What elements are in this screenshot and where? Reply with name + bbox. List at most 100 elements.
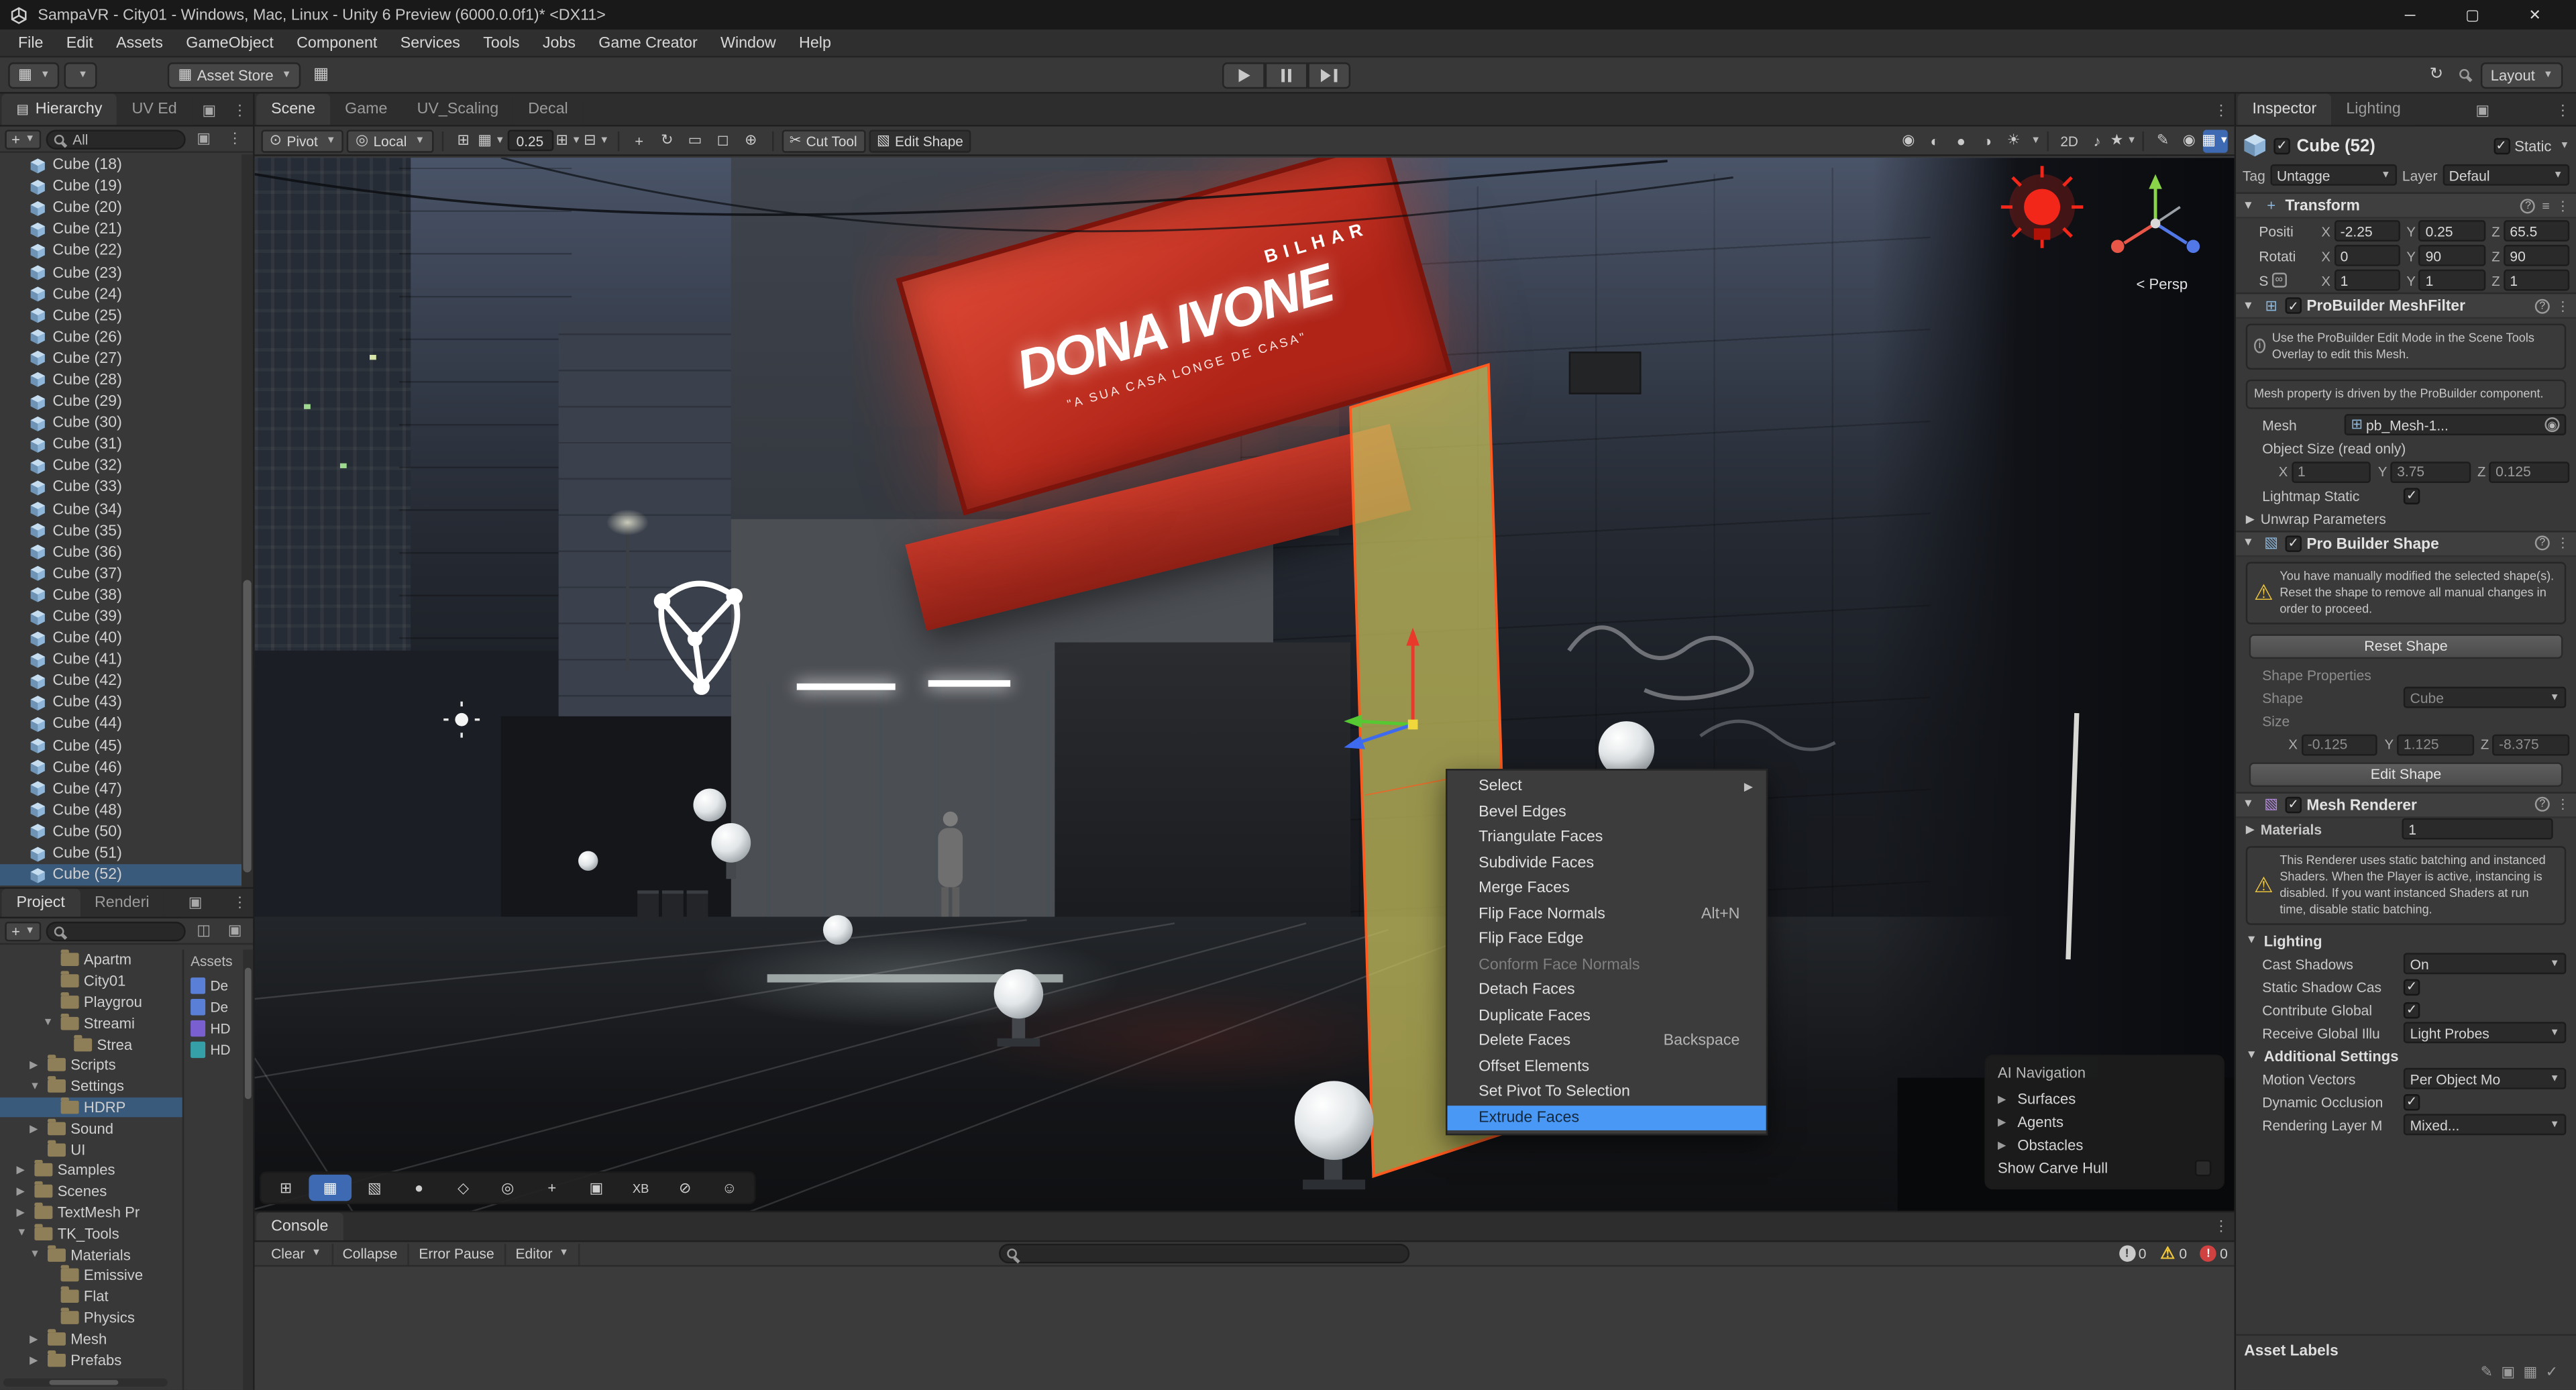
project-folder[interactable]: UI [0, 1139, 182, 1160]
object-picker-icon[interactable]: ◉ [2544, 418, 2560, 433]
layer-dropdown[interactable]: Defaul ▼ [2442, 164, 2570, 186]
foldout-arrow[interactable]: ▶ [30, 1332, 43, 1345]
hierarchy-item[interactable]: Cube (45) [0, 735, 241, 757]
help-icon[interactable]: ? [2534, 536, 2550, 551]
mesh-object-field[interactable]: ⊞ pb_Mesh-1... ◉ [2344, 415, 2567, 437]
help-icon[interactable]: ? [2520, 198, 2536, 213]
edit-shape-button[interactable]: Edit Shape [2249, 762, 2563, 787]
hidden-packages-icon[interactable]: ◫ [191, 920, 217, 941]
context-menu-item[interactable]: Flip Face Normals Alt+N [1448, 901, 1766, 926]
layers-icon[interactable]: ▣ [2469, 95, 2496, 125]
hierarchy-item[interactable]: Cube (44) [0, 714, 241, 735]
kebab-icon[interactable]: ⋮ [222, 128, 248, 150]
tab-uv-editor[interactable]: UV Ed [117, 93, 192, 125]
rotation-y-field[interactable]: 90 [2418, 244, 2485, 266]
hierarchy-item[interactable]: Cube (35) [0, 520, 241, 541]
foldout-arrow[interactable]: ▶ [1998, 1138, 2011, 1152]
console-log-area[interactable] [254, 1267, 2235, 1390]
menu-tools[interactable]: Tools [472, 30, 531, 56]
project-folder[interactable]: ▶ Prefabs [0, 1349, 182, 1370]
context-menu-item[interactable]: Merge Faces [1448, 875, 1766, 901]
project-file[interactable]: De [191, 996, 250, 1017]
static-dropdown-icon[interactable]: ▼ [2560, 140, 2570, 150]
foldout-arrow[interactable]: ▶ [16, 1164, 30, 1177]
component-checkbox[interactable] [2285, 535, 2302, 552]
scale-y-field[interactable]: 1 [2418, 269, 2485, 291]
ai-nav-item-agents[interactable]: ▶ Agents [1998, 1111, 2211, 1134]
shadows-icon[interactable]: ◑ [1975, 129, 2000, 152]
project-folder[interactable]: Playgrou [0, 992, 182, 1012]
context-menu-item[interactable]: Offset Elements [1448, 1054, 1766, 1079]
menu-component[interactable]: Component [285, 30, 389, 56]
project-folder[interactable]: Apartm [0, 950, 182, 971]
menu-jobs[interactable]: Jobs [531, 30, 587, 56]
hierarchy-item[interactable]: Cube (46) [0, 757, 241, 778]
grid-snap-icon[interactable]: ⊞ [451, 129, 476, 152]
sphere-tool-icon[interactable]: ● [398, 1175, 441, 1201]
xb-tool-icon[interactable]: XB [619, 1175, 662, 1201]
maximize-button[interactable]: ▢ [2441, 0, 2504, 30]
foldout-arrow[interactable]: ▼ [43, 1018, 56, 1029]
position-y-field[interactable]: 0.25 [2418, 220, 2485, 242]
lock-icon[interactable]: ▣ [222, 920, 248, 941]
hierarchy-item[interactable]: Cube (28) [0, 370, 241, 391]
component-checkbox[interactable] [2285, 796, 2302, 814]
active-checkbox[interactable] [2273, 137, 2290, 154]
grid-button[interactable]: ▦ [307, 62, 336, 88]
foldout-arrow[interactable]: ▶ [30, 1059, 43, 1072]
audio-toggle-icon[interactable]: ♪ [2085, 129, 2110, 152]
layout-dropdown[interactable]: Layout ▼ [2480, 61, 2563, 89]
hierarchy-item[interactable]: Cube (24) [0, 284, 241, 305]
hierarchy-item[interactable]: Cube (48) [0, 800, 241, 821]
hierarchy-item[interactable]: Cube (31) [0, 434, 241, 456]
minimize-button[interactable]: ─ [2379, 0, 2441, 30]
shading-mode-icon[interactable]: ◐ [1923, 129, 1947, 152]
pivot-dropdown[interactable]: ⊙ Pivot ▼ [261, 129, 344, 152]
check-status-icon[interactable]: ✓ [2546, 1364, 2558, 1382]
project-folder[interactable]: Strea [0, 1034, 182, 1055]
scale-tool-icon[interactable]: ▭ [683, 129, 708, 152]
camera-icon[interactable]: ◉ [1896, 129, 1921, 152]
foldout-arrow[interactable]: ▼ [30, 1081, 43, 1092]
context-menu-item[interactable]: Delete Faces Backspace [1448, 1028, 1766, 1054]
pause-button[interactable] [1265, 61, 1308, 89]
hierarchy-item[interactable]: Cube (20) [0, 197, 241, 219]
grid-visibility-icon[interactable]: ▦ ▼ [478, 129, 504, 152]
component-checkbox[interactable] [2285, 297, 2302, 314]
2d-toggle[interactable]: 2D [2055, 129, 2083, 152]
position-x-field[interactable]: -2.25 [2333, 220, 2400, 242]
tab-renderer[interactable]: Renderi [79, 888, 164, 917]
snap-settings-icon[interactable]: ⊞ ▼ [555, 129, 581, 152]
console-search-input[interactable] [999, 1243, 1410, 1264]
scene-tab-game[interactable]: Game [330, 93, 402, 125]
hierarchy-item[interactable]: Cube (41) [0, 649, 241, 671]
menu-gameobject[interactable]: GameObject [174, 30, 285, 56]
paint-tool-icon[interactable]: ◇ [442, 1175, 485, 1201]
tab-lighting[interactable]: Lighting [2331, 93, 2416, 125]
hierarchy-item[interactable]: Cube (29) [0, 391, 241, 413]
console-badge-error[interactable]: ! 0 [2200, 1245, 2228, 1262]
project-file[interactable]: De [191, 974, 250, 996]
smiley-tool-icon[interactable]: ☺ [708, 1175, 751, 1201]
hierarchy-item[interactable]: Cube (50) [0, 821, 241, 843]
ai-nav-item-surfaces[interactable]: ▶ Surfaces [1998, 1087, 2211, 1110]
project-folder[interactable]: ▶ Mesh [0, 1328, 182, 1349]
tag-dropdown[interactable]: Untagge ▼ [2270, 164, 2398, 186]
kebab-icon[interactable]: ⋮ [2557, 198, 2570, 213]
view-options-caret-icon[interactable]: ▼ [2031, 136, 2041, 146]
contribute-gi-checkbox[interactable] [2403, 1002, 2420, 1018]
transform-header[interactable]: ▼ + Transform ? ≡ ⋮ [2236, 192, 2576, 219]
project-folder[interactable]: ▼ Streami [0, 1013, 182, 1034]
help-icon[interactable]: ? [2534, 298, 2550, 313]
hierarchy-item[interactable]: Cube (26) [0, 327, 241, 348]
project-folder[interactable]: Emissive [0, 1265, 182, 1286]
kebab-icon[interactable]: ⋮ [2208, 95, 2234, 125]
project-folder[interactable]: ▶ Scenes [0, 1181, 182, 1201]
rotation-x-field[interactable]: 0 [2333, 244, 2400, 266]
kebab-icon[interactable]: ⋮ [2550, 95, 2576, 125]
help-icon[interactable]: ? [2534, 797, 2550, 812]
project-hscrollbar[interactable] [3, 1378, 168, 1387]
scene-tab-uv_scaling[interactable]: UV_Scaling [402, 93, 514, 125]
kebab-icon[interactable]: ⋮ [2557, 536, 2570, 551]
handle-orientation-dropdown[interactable]: ◎ Local ▼ [347, 129, 433, 152]
